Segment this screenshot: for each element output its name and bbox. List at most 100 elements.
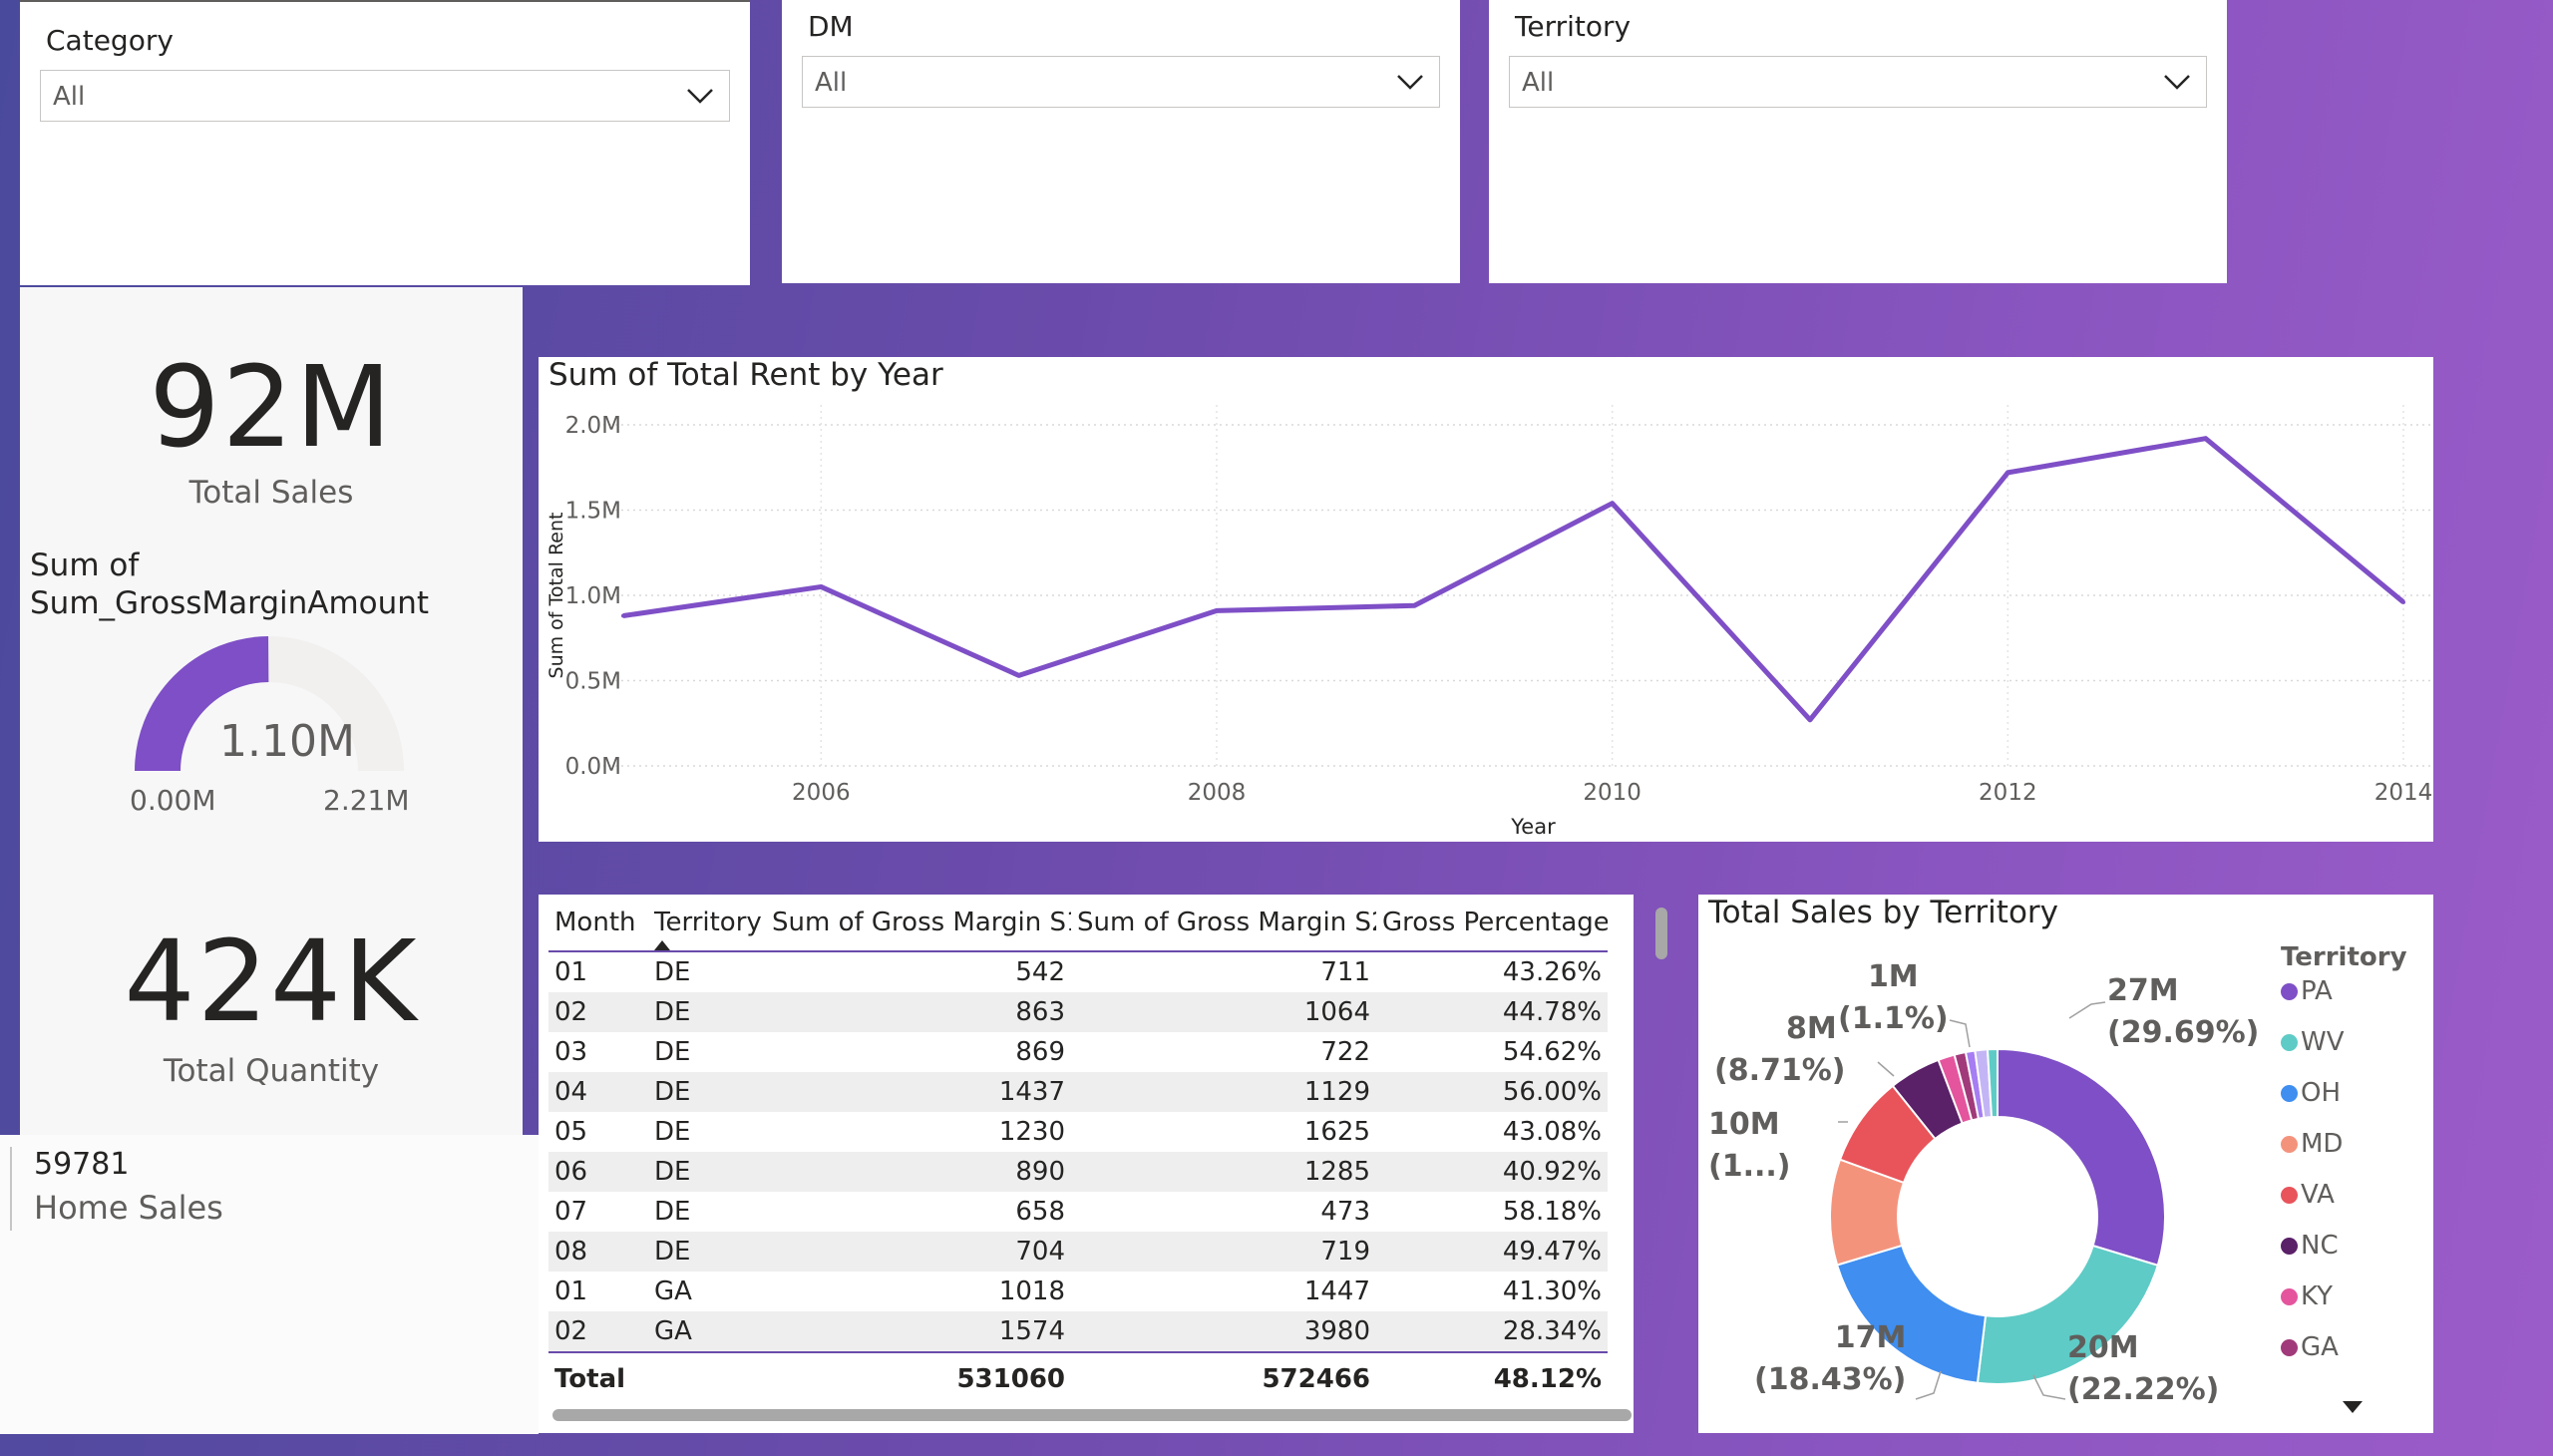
cell-margin-s2: 719 [1071, 1232, 1376, 1272]
leader-line [2068, 1001, 2106, 1019]
cell-margin-s1: 1437 [766, 1072, 1071, 1112]
sort-ascending-icon [654, 940, 670, 950]
cell-territory: DE [654, 1197, 691, 1227]
cell-margin-s1: 869 [1015, 1037, 1065, 1067]
total-gross-pct: 48.12% [1376, 1351, 1608, 1405]
series-line [622, 436, 2405, 723]
table-row[interactable]: 03 DE 869 722 54.62% [548, 1032, 1608, 1072]
leader-line [1915, 1370, 1942, 1400]
data-point [1412, 603, 1417, 608]
chevron-down-icon [1397, 75, 1423, 90]
col-header-month[interactable]: Month [548, 895, 648, 951]
y-tick-label: 2.0M [565, 413, 621, 439]
legend-item[interactable]: GA [2281, 1332, 2339, 1362]
gross-margin-matrix: Month Territory Sum of Gross Margin S1 S… [539, 895, 1634, 1433]
cell-margin-s2: 711 [1320, 957, 1370, 987]
table-row[interactable]: 02 DE 863 1064 44.78% [548, 992, 1608, 1032]
table-row[interactable]: 08 DE 704 719 49.47% [548, 1232, 1608, 1272]
donut-label-value: 17M [1834, 1320, 1907, 1355]
cell-territory: DE [654, 957, 691, 987]
cell-month: 08 [548, 1232, 648, 1272]
data-point [1610, 501, 1615, 506]
table-row[interactable]: 01 GA 1018 1447 41.30% [548, 1272, 1608, 1311]
category-dropdown[interactable]: All [40, 70, 730, 122]
col-header-margin-s1[interactable]: Sum of Gross Margin S1 [766, 895, 1071, 951]
legend-label: MD [2301, 1129, 2344, 1159]
legend-scroll-down-icon[interactable] [2343, 1401, 2363, 1413]
cell-territory: DE [648, 992, 766, 1032]
cell-month: 02 [548, 1311, 648, 1352]
slicer-title: DM [808, 10, 854, 43]
donut-label-pct: (1...) [1708, 1149, 1791, 1184]
y-axis-title: Sum of Total Rent [546, 513, 567, 679]
table-row[interactable]: 05 DE 1230 1625 43.08% [548, 1112, 1608, 1152]
cell-gross-pct: 41.30% [1502, 1276, 1602, 1306]
x-tick-label: 2008 [1188, 780, 1247, 806]
donut-label-va: 8M (8.71%) [1714, 1008, 1846, 1092]
y-tick-label: 1.5M [565, 499, 621, 525]
territory-dropdown[interactable]: All [1509, 56, 2207, 108]
legend-label: WV [2301, 1027, 2345, 1057]
data-point [2203, 436, 2208, 441]
legend-dot [2281, 1238, 2298, 1255]
cell-month: 07 [554, 1197, 588, 1227]
data-point [2401, 599, 2405, 604]
gauge-title: Sum of Sum_GrossMarginAmount [30, 546, 429, 622]
table-row[interactable]: 04 DE 1437 1129 56.00% [548, 1072, 1608, 1112]
leader-line [1877, 1061, 1895, 1077]
dropdown-value: All [1522, 68, 1555, 98]
total-margin-s2: 572466 [1071, 1351, 1376, 1405]
donut-label-value: 20M [2067, 1330, 2139, 1365]
dm-dropdown[interactable]: All [802, 56, 1440, 108]
legend-label: OH [2301, 1078, 2342, 1108]
data-point [2006, 470, 2010, 475]
donut-label-pct: (1.1%) [1838, 1001, 1949, 1036]
legend-item[interactable]: VA [2281, 1180, 2335, 1210]
legend-item[interactable]: MD [2281, 1129, 2343, 1159]
total-quantity-label: Total Quantity [163, 1053, 380, 1089]
legend-label: PA [2301, 976, 2333, 1006]
col-header-margin-s2[interactable]: Sum of Gross Margin S2 [1071, 895, 1376, 951]
legend-item[interactable]: WV [2281, 1027, 2345, 1057]
data-point [819, 584, 824, 589]
cell-gross-pct: 49.47% [1376, 1232, 1608, 1272]
total-territory [648, 1351, 766, 1405]
cell-month: 03 [554, 1037, 588, 1067]
home-sales-label: Home Sales [34, 1189, 223, 1227]
donut-slice [1997, 1047, 2166, 1268]
horizontal-scrollbar[interactable] [552, 1409, 1632, 1421]
cell-territory: GA [648, 1311, 766, 1352]
donut-label-value: 10M [1708, 1107, 1780, 1142]
kpi-panel: 92M Total Sales Sum of Sum_GrossMarginAm… [20, 287, 523, 1135]
legend-item[interactable]: OH [2281, 1078, 2341, 1108]
col-header-territory[interactable]: Territory [648, 895, 766, 951]
table-row[interactable]: 06 DE 890 1285 40.92% [548, 1152, 1608, 1192]
legend-item[interactable]: PA [2281, 976, 2333, 1006]
table-row[interactable]: 07 DE 658 473 58.18% [548, 1192, 1608, 1232]
legend-dot [2281, 983, 2298, 1000]
legend-label: GA [2301, 1332, 2339, 1362]
table-row[interactable]: 01 DE 542 711 43.26% [548, 951, 1608, 992]
data-point [1808, 717, 1812, 722]
cell-margin-s1: 704 [766, 1232, 1071, 1272]
table-row[interactable]: 02 GA 1574 3980 28.34% [548, 1311, 1608, 1352]
dm-slicer: DM All [782, 0, 1460, 283]
donut-label-wv: 20M (22.22%) [2067, 1327, 2219, 1411]
legend-item[interactable]: KY [2281, 1281, 2333, 1311]
x-tick-label: 2010 [1583, 780, 1641, 806]
legend-item[interactable]: NC [2281, 1231, 2339, 1261]
cell-margin-s1: 1574 [766, 1311, 1071, 1352]
x-tick-label: 2012 [1979, 780, 2037, 806]
col-header-gross-pct[interactable]: Gross Percentage of S1 [1376, 895, 1608, 951]
matrix-total-row: Total 531060 572466 48.12% [548, 1351, 1608, 1405]
leader-line [1949, 1019, 1971, 1048]
cell-gross-pct: 58.18% [1502, 1197, 1602, 1227]
matrix-vscroll[interactable] [1655, 908, 1667, 959]
cell-margin-s1: 890 [766, 1152, 1071, 1192]
cell-margin-s1: 863 [766, 992, 1071, 1032]
slicer-title: Territory [1515, 10, 1632, 43]
total-quantity-value: 424K [124, 917, 419, 1047]
total-label: Total [548, 1351, 648, 1405]
gauge-min-label: 0.00M [130, 784, 216, 817]
chevron-down-icon [2164, 75, 2190, 90]
